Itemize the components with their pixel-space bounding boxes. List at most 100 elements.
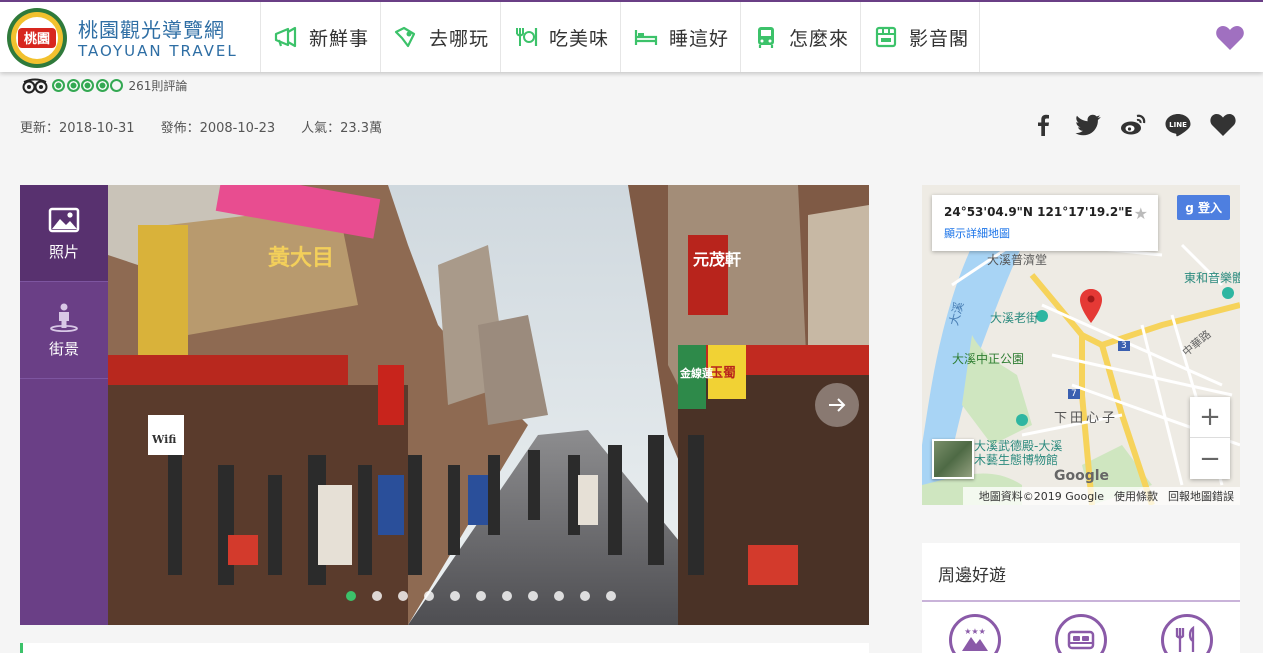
- tripadvisor-rating[interactable]: 261則評論: [22, 77, 187, 94]
- location-map[interactable]: 大溪普濟堂 東和音樂體 大溪老街 大溪中正公園 下田心子 大溪武德殿-大溪 木藝…: [922, 185, 1240, 505]
- nearby-attractions-button[interactable]: ★★★: [949, 614, 1001, 653]
- slide-indicators: [346, 591, 632, 601]
- map-footer: 地圖資料©2019 Google 使用條款 回報地圖錯誤: [962, 487, 1240, 505]
- street-view-icon: [50, 303, 78, 332]
- nav-item-news[interactable]: 新鮮事: [260, 2, 380, 72]
- share-bar: LINE: [1012, 112, 1237, 138]
- zoom-out-button[interactable]: −: [1190, 438, 1230, 479]
- brand-name-zh[interactable]: 桃園觀光導覽網: [78, 14, 225, 43]
- nav-label: 新鮮事: [309, 27, 370, 50]
- slide-dot[interactable]: [502, 591, 512, 601]
- map-info-card: 24°53'04.9"N 121°17'19.2"E 顯示詳細地圖 ★: [932, 195, 1158, 251]
- slide-dot[interactable]: [346, 591, 356, 601]
- twitter-icon[interactable]: [1074, 112, 1102, 138]
- weibo-icon[interactable]: [1119, 112, 1147, 138]
- megaphone-icon: [274, 26, 297, 48]
- updated-date: 更新：2018-10-31: [20, 121, 135, 136]
- nearby-section: 周邊好遊 ★★★: [922, 543, 1240, 653]
- site-header: 桃園 桃園觀光導覽網 TAOYUAN TRAVEL 新鮮事 去哪玩 吃美味 睡這…: [0, 0, 1263, 72]
- svg-text:LINE: LINE: [1169, 121, 1187, 129]
- main-nav: 新鮮事 去哪玩 吃美味 睡這好 怎麼來 影音閣: [260, 2, 980, 72]
- attractions-icon: ★★★: [962, 627, 988, 651]
- zoom-controls: + −: [1190, 397, 1230, 479]
- report-error-link[interactable]: 回報地圖錯誤: [1168, 488, 1234, 504]
- satellite-toggle[interactable]: [932, 439, 974, 479]
- map-login-button[interactable]: g 登入: [1177, 195, 1230, 220]
- slide-dot[interactable]: [372, 591, 382, 601]
- tab-label: 街景: [48, 339, 79, 358]
- slide-dot[interactable]: [476, 591, 486, 601]
- next-slide-button[interactable]: [815, 383, 859, 427]
- map-label: 大溪老街: [990, 311, 1039, 325]
- nav-item-transport[interactable]: 怎麼來: [740, 2, 860, 72]
- slide-dot[interactable]: [580, 591, 590, 601]
- nearby-lodging-button[interactable]: [1055, 614, 1107, 653]
- rating-dot: [81, 79, 94, 92]
- line-icon[interactable]: LINE: [1164, 112, 1192, 138]
- heart-icon[interactable]: [1215, 24, 1245, 52]
- utensils-icon: [516, 28, 538, 46]
- bed-icon: [634, 30, 658, 45]
- tab-photos[interactable]: 照片: [20, 185, 108, 282]
- nav-label: 去哪玩: [429, 27, 490, 50]
- tab-label: 照片: [48, 242, 79, 261]
- rating-dot: [52, 79, 65, 92]
- tab-street-view[interactable]: 街景: [20, 282, 108, 379]
- save-star-icon[interactable]: ★: [1134, 204, 1148, 223]
- photo-sign-text: 元茂軒: [693, 250, 741, 269]
- image-icon: [48, 207, 80, 232]
- view-larger-map-link[interactable]: 顯示詳細地圖: [944, 225, 1146, 241]
- gallery-photo[interactable]: 黃大目 元茂軒 玉蜀 金線蓮 Wifi: [108, 185, 869, 625]
- slide-dot[interactable]: [450, 591, 460, 601]
- map-route-icon: [394, 26, 416, 48]
- dining-icon: [1175, 625, 1195, 652]
- map-coordinates: 24°53'04.9"N 121°17'19.2"E: [944, 205, 1133, 219]
- zoom-in-button[interactable]: +: [1190, 397, 1230, 438]
- rating-dot: [110, 79, 123, 92]
- published-date: 發佈：2008-10-23: [160, 121, 276, 136]
- map-label: 7: [1068, 389, 1080, 399]
- rating-dot: [95, 79, 109, 92]
- slide-dot[interactable]: [554, 591, 564, 601]
- lodging-icon: [1067, 630, 1095, 650]
- slide-dot[interactable]: [606, 591, 616, 601]
- brand-name-en[interactable]: TAOYUAN TRAVEL: [78, 42, 238, 60]
- heart-icon[interactable]: [1209, 112, 1237, 138]
- photo-sign-text: 玉蜀: [710, 366, 736, 381]
- map-label: 下田心子: [1054, 411, 1119, 426]
- nav-item-video[interactable]: 影音閣: [860, 2, 980, 72]
- nearby-dining-button[interactable]: [1161, 614, 1213, 653]
- article-meta: 更新：2018-10-31 發佈：2008-10-23 人氣：23.3萬: [20, 117, 408, 136]
- map-label: 大溪普濟堂: [987, 253, 1048, 267]
- content-panel: [20, 643, 869, 653]
- map-label: 3: [1118, 341, 1130, 351]
- nav-label: 吃美味: [549, 27, 610, 50]
- map-label: 東和音樂體: [1184, 271, 1240, 285]
- popularity-count: 人氣：23.3萬: [301, 121, 383, 136]
- arrow-right-icon: [829, 398, 846, 412]
- photo-sign-text: 金線蓮: [679, 366, 713, 380]
- nav-label: 睡這好: [669, 27, 730, 50]
- bus-icon: [758, 27, 774, 48]
- review-count[interactable]: 261則評論: [129, 77, 188, 94]
- photo-sign-text: 黃大目: [268, 245, 334, 271]
- terms-link[interactable]: 使用條款: [1114, 488, 1158, 504]
- photo-gallery: 照片 街景 黃大目 元茂軒 玉蜀 金線蓮 Wifi: [20, 185, 869, 625]
- map-label: 木藝生態博物館: [974, 453, 1059, 467]
- svg-text:★★★: ★★★: [964, 627, 986, 636]
- nav-item-lodging[interactable]: 睡這好: [620, 2, 740, 72]
- tripadvisor-owl-icon: [22, 78, 48, 93]
- logo-text: 桃園: [24, 31, 50, 47]
- old-street-photo: 黃大目 元茂軒 玉蜀 金線蓮 Wifi: [108, 185, 869, 625]
- slide-dot[interactable]: [424, 591, 434, 601]
- facebook-icon[interactable]: [1029, 112, 1057, 138]
- login-label: 登入: [1197, 201, 1222, 215]
- slide-dot[interactable]: [528, 591, 538, 601]
- nav-item-food[interactable]: 吃美味: [500, 2, 620, 72]
- nav-item-attractions[interactable]: 去哪玩: [380, 2, 500, 72]
- rating-dot: [66, 79, 80, 92]
- site-logo[interactable]: 桃園: [6, 7, 68, 69]
- google-logo: Google: [1054, 468, 1110, 484]
- slide-dot[interactable]: [398, 591, 408, 601]
- rating-dots: [52, 79, 125, 92]
